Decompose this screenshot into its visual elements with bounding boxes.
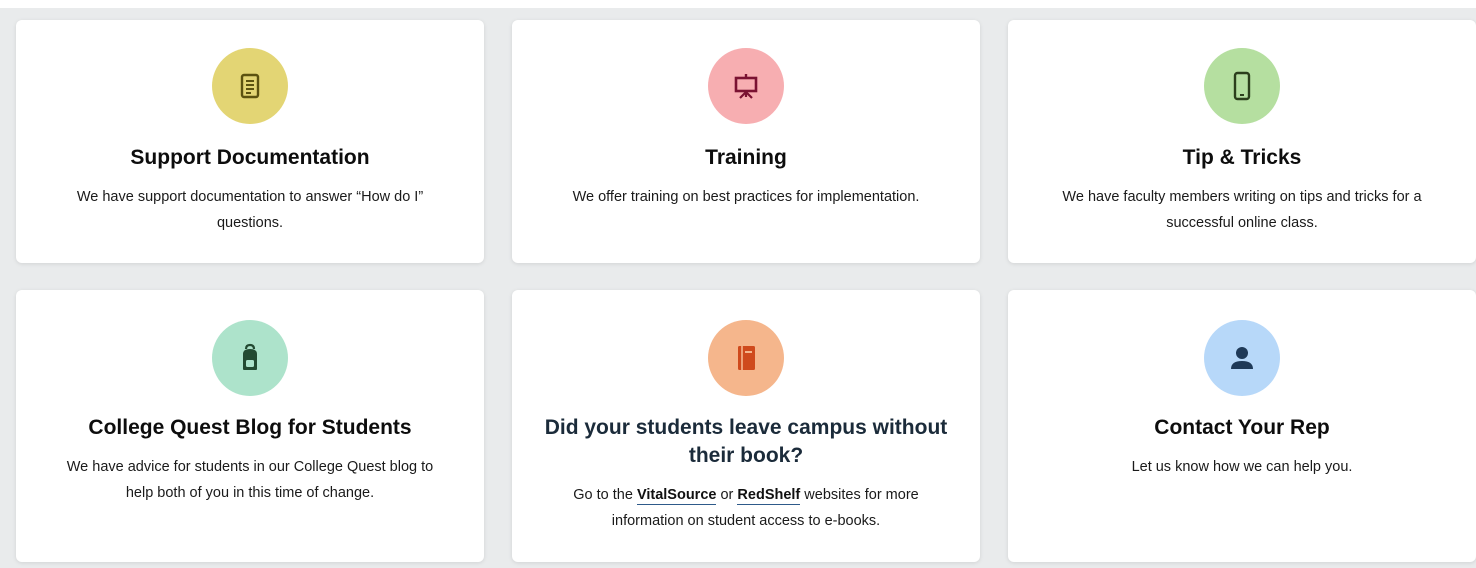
description-mid: or [716,487,738,503]
description-prefix: Go to the [573,487,637,503]
card-tips-and-tricks[interactable]: Tip & Tricks We have faculty members wri… [1008,20,1476,263]
card-description: We have advice for students in our Colle… [66,459,434,501]
document-icon [212,48,288,124]
card-title: Did your students leave campus without t… [544,416,948,467]
card-college-quest-blog[interactable]: College Quest Blog for Students We have … [16,290,484,562]
card-title: Support Documentation [130,146,370,169]
card-title: Contact Your Rep [1154,416,1330,439]
person-icon [1204,320,1280,396]
card-description: We have faculty members writing on tips … [1062,189,1422,231]
book-icon [708,320,784,396]
card-title: College Quest Blog for Students [88,416,412,439]
card-training[interactable]: Training We offer training on best pract… [512,20,980,263]
card-title: Tip & Tricks [1182,146,1302,169]
mobile-phone-icon [1204,48,1280,124]
presentation-board-icon [708,48,784,124]
card-campus-book: Did your students leave campus without t… [512,290,980,562]
card-contact-your-rep[interactable]: Contact Your Rep Let us know how we can … [1008,290,1476,562]
card-support-documentation[interactable]: Support Documentation We have support do… [16,20,484,263]
resource-card-grid: Support Documentation We have support do… [0,0,1476,568]
card-description: Let us know how we can help you. [1131,459,1353,475]
vitalsource-link[interactable]: VitalSource [636,487,717,505]
card-description: Go to the VitalSource or RedShelf websit… [548,482,944,534]
card-title: Training [705,146,787,169]
redshelf-link[interactable]: RedShelf [737,487,801,505]
card-description: We have support documentation to answer … [76,189,424,231]
card-description: We offer training on best practices for … [572,189,920,205]
backpack-icon [212,320,288,396]
